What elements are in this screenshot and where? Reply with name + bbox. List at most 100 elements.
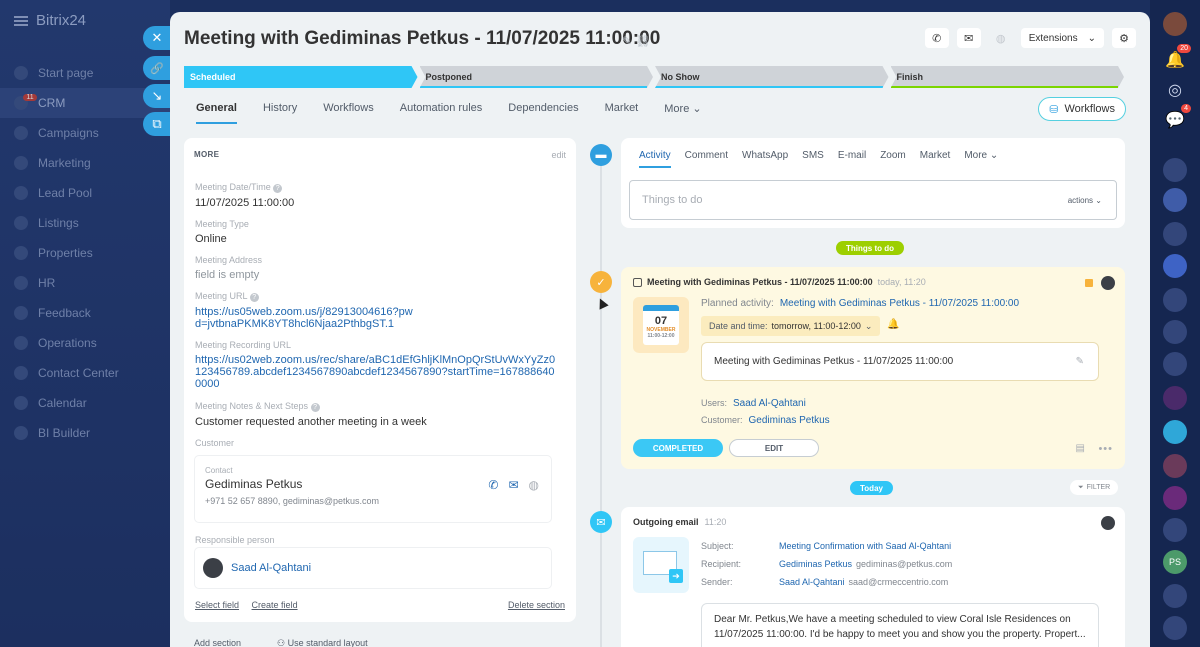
composer-tab-e-mail[interactable]: E-mail <box>838 150 866 168</box>
contact-avatar[interactable] <box>1163 222 1187 246</box>
field-meeting-address[interactable]: Meeting Address field is empty <box>195 255 567 281</box>
contact-avatar[interactable] <box>1163 288 1187 312</box>
field-meeting-notes[interactable]: Meeting Notes & Next Steps ? Customer re… <box>195 401 567 428</box>
minimize-icon[interactable]: ↘ <box>143 84 171 108</box>
filter-button[interactable]: ⏷ FILTER <box>1070 480 1119 495</box>
stage-no-show[interactable]: No Show <box>655 66 889 88</box>
complete-checkbox[interactable] <box>633 277 642 287</box>
nav-item[interactable]: Lead Pool <box>0 178 170 208</box>
bell-icon[interactable]: 🔔 <box>887 319 899 330</box>
contact-avatar[interactable] <box>1163 454 1187 478</box>
contact-name[interactable]: Gediminas Petkus <box>205 477 302 491</box>
contact-avatar[interactable] <box>1163 158 1187 182</box>
stage-postponed[interactable]: Postponed <box>420 66 654 88</box>
user-link[interactable]: Saad Al-Qahtani <box>733 398 806 409</box>
actions-dropdown[interactable]: actions ⌄ <box>1068 196 1102 205</box>
nav-item[interactable]: Calendar <box>0 388 170 418</box>
tab-history[interactable]: History <box>263 102 297 124</box>
email-icon[interactable]: ✉ <box>508 478 518 492</box>
composer-tab-sms[interactable]: SMS <box>802 150 824 168</box>
create-field-link[interactable]: Create field <box>252 600 298 610</box>
edit-title-icon[interactable]: ✎ <box>622 34 632 48</box>
help-icon[interactable]: ? <box>310 403 320 412</box>
contact-avatar[interactable] <box>1163 486 1187 510</box>
recording-url-link[interactable]: https://us02web.zoom.us/rec/share/aBC1dE… <box>195 354 557 390</box>
message-icon[interactable]: ◍ <box>529 478 539 492</box>
field-meeting-url[interactable]: Meeting URL ? https://us05web.zoom.us/j/… <box>195 291 415 330</box>
nav-item[interactable]: Feedback <box>0 298 170 328</box>
meeting-url-link[interactable]: https://us05web.zoom.us/j/82913004616?pw… <box>195 306 415 330</box>
app-logo[interactable]: Bitrix24 <box>14 12 86 29</box>
phone-icon[interactable]: ✆ <box>924 28 949 48</box>
field-meeting-date[interactable]: Meeting Date/Time ? 11/07/2025 11:00:00 <box>195 182 567 209</box>
tab-general[interactable]: General <box>196 102 237 124</box>
copilot-icon[interactable]: ◎ <box>1163 78 1187 102</box>
more-icon[interactable]: ••• <box>1098 443 1113 455</box>
email-subject-link[interactable]: Meeting Confirmation with Saad Al-Qahtan… <box>779 537 951 555</box>
composer-tab-whatsapp[interactable]: WhatsApp <box>742 150 788 168</box>
contact-avatar[interactable] <box>1163 320 1187 344</box>
nav-item[interactable]: BI Builder <box>0 418 170 448</box>
chat-bubble-icon[interactable]: ◍ <box>989 28 1013 48</box>
sender-link[interactable]: Saad Al-Qahtani <box>779 577 845 587</box>
date-time-selector[interactable]: Date and time: tomorrow, 11:00-12:00 ⌄ <box>701 316 881 336</box>
notifications-icon[interactable]: 🔔 20 <box>1163 44 1191 72</box>
composer-tab-comment[interactable]: Comment <box>685 150 728 168</box>
tab-market[interactable]: Market <box>605 102 639 124</box>
nav-item[interactable]: Properties <box>0 238 170 268</box>
chat-icon[interactable]: 💬 4 <box>1163 104 1191 132</box>
nav-item[interactable]: Listings <box>0 208 170 238</box>
call-icon[interactable]: ✆ <box>488 478 498 492</box>
contact-avatar[interactable] <box>1163 584 1187 608</box>
note-icon[interactable]: ▤ <box>1076 443 1085 454</box>
composer-tab-activity[interactable]: Activity <box>639 150 671 168</box>
add-section-link[interactable]: Add section <box>194 638 241 647</box>
nav-item[interactable]: HR <box>0 268 170 298</box>
flag-icon[interactable] <box>1085 279 1093 287</box>
select-field-link[interactable]: Select field <box>195 600 239 610</box>
field-recording-url[interactable]: Meeting Recording URL https://us02web.zo… <box>195 340 557 390</box>
user-avatar[interactable] <box>1163 12 1187 36</box>
composer-tab-market[interactable]: Market <box>920 150 951 168</box>
tab-automation-rules[interactable]: Automation rules <box>400 102 483 124</box>
stage-finish[interactable]: Finish <box>891 66 1125 88</box>
copy-link-icon[interactable]: 🔗 <box>143 56 171 80</box>
contact-avatar[interactable] <box>1163 254 1187 278</box>
tab-dependencies[interactable]: Dependencies <box>508 102 578 124</box>
contact-avatar[interactable] <box>1163 616 1187 640</box>
planned-activity-link[interactable]: Meeting with Gediminas Petkus - 11/07/20… <box>780 298 1019 309</box>
contact-avatar[interactable] <box>1163 352 1187 376</box>
settings-gear-icon[interactable]: ⚙ <box>1112 28 1136 48</box>
contact-avatar[interactable] <box>1163 188 1187 212</box>
completed-button[interactable]: COMPLETED <box>633 439 723 457</box>
nav-item[interactable]: Operations <box>0 328 170 358</box>
nav-item[interactable]: Marketing <box>0 148 170 178</box>
responsible-person[interactable]: Saad Al-Qahtani <box>195 548 551 588</box>
customer-link[interactable]: Gediminas Petkus <box>749 415 830 426</box>
help-icon[interactable]: ? <box>273 184 283 193</box>
menu-icon[interactable] <box>14 15 28 26</box>
pencil-icon[interactable]: ✎ <box>1076 356 1084 367</box>
recipient-link[interactable]: Gediminas Petkus <box>779 559 852 569</box>
things-to-do-input[interactable]: Things to do actions ⌄ <box>629 180 1117 220</box>
stage-scheduled[interactable]: Scheduled <box>184 66 418 88</box>
contact-avatar[interactable] <box>1163 420 1187 444</box>
help-icon[interactable]: ? <box>249 293 259 302</box>
edit-button[interactable]: EDIT <box>729 439 819 457</box>
open-new-window-icon[interactable]: ⧉ <box>143 112 171 136</box>
workflows-button[interactable]: ⛁ Workflows <box>1038 97 1126 121</box>
composer-tab-more[interactable]: More ⌄ <box>964 150 998 168</box>
link-icon[interactable]: ⛓ <box>635 34 650 48</box>
close-slider-button[interactable]: ✕ <box>143 26 171 50</box>
standard-layout-link[interactable]: ⚇ Use standard layout <box>277 638 368 647</box>
contact-avatar[interactable] <box>1163 386 1187 410</box>
contact-avatar[interactable]: PS <box>1163 550 1187 574</box>
edit-section-link[interactable]: edit <box>551 150 566 160</box>
email-body[interactable]: Dear Mr. Petkus,We have a meeting schedu… <box>701 603 1099 647</box>
tab-more[interactable]: More ⌄ <box>664 102 701 124</box>
activity-description[interactable]: Meeting with Gediminas Petkus - 11/07/20… <box>701 342 1099 381</box>
delete-section-link[interactable]: Delete section <box>508 600 565 610</box>
extensions-dropdown[interactable]: Extensions ⌄ <box>1020 28 1104 48</box>
contact-box[interactable]: Contact Gediminas Petkus +971 52 657 889… <box>195 456 551 522</box>
nav-item[interactable]: Contact Center <box>0 358 170 388</box>
